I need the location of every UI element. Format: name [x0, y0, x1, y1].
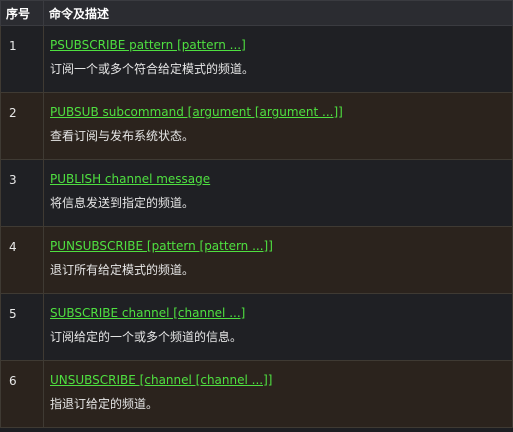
table-row: 3 PUBLISH channel message 将信息发送到指定的频道。: [0, 159, 513, 227]
command-link[interactable]: PSUBSCRIBE pattern [pattern ...]: [50, 36, 512, 54]
row-content-cell: PSUBSCRIBE pattern [pattern ...] 订阅一个或多个…: [43, 25, 513, 93]
table-row: 6 UNSUBSCRIBE [channel [channel ...]] 指退…: [0, 360, 513, 428]
command-link[interactable]: PUNSUBSCRIBE [pattern [pattern ...]]: [50, 237, 512, 255]
command-link[interactable]: SUBSCRIBE channel [channel ...]: [50, 304, 512, 322]
command-description: 查看订阅与发布系统状态。: [50, 129, 195, 143]
row-number: 3: [9, 173, 17, 187]
command-description: 订阅一个或多个符合给定模式的频道。: [50, 62, 255, 76]
command-description: 将信息发送到指定的频道。: [50, 196, 195, 210]
table-row: 1 PSUBSCRIBE pattern [pattern ...] 订阅一个或…: [0, 25, 513, 93]
command-description: 退订所有给定模式的频道。: [50, 263, 195, 277]
commands-table: 序号 命令及描述 1 PSUBSCRIBE pattern [pattern .…: [0, 0, 513, 428]
row-number: 4: [9, 240, 17, 254]
header-number: 序号: [0, 0, 44, 26]
command-link[interactable]: UNSUBSCRIBE [channel [channel ...]]: [50, 371, 512, 389]
row-content-cell: PUBSUB subcommand [argument [argument ..…: [43, 92, 513, 160]
row-number-cell: 4: [0, 226, 44, 294]
row-content-cell: SUBSCRIBE channel [channel ...] 订阅给定的一个或…: [43, 293, 513, 361]
row-number-cell: 3: [0, 159, 44, 227]
table-row: 5 SUBSCRIBE channel [channel ...] 订阅给定的一…: [0, 293, 513, 361]
row-number-cell: 1: [0, 25, 44, 93]
command-link[interactable]: PUBSUB subcommand [argument [argument ..…: [50, 103, 512, 121]
row-content-cell: PUNSUBSCRIBE [pattern [pattern ...]] 退订所…: [43, 226, 513, 294]
row-number: 2: [9, 106, 17, 120]
row-number-cell: 2: [0, 92, 44, 160]
table-row: 2 PUBSUB subcommand [argument [argument …: [0, 92, 513, 160]
row-content-cell: PUBLISH channel message 将信息发送到指定的频道。: [43, 159, 513, 227]
row-number-cell: 5: [0, 293, 44, 361]
command-link[interactable]: PUBLISH channel message: [50, 170, 512, 188]
header-command-description: 命令及描述: [43, 0, 513, 26]
table-header-row: 序号 命令及描述: [0, 0, 513, 26]
row-number: 1: [9, 39, 17, 53]
command-description: 指退订给定的频道。: [50, 397, 159, 411]
row-number-cell: 6: [0, 360, 44, 428]
table-row: 4 PUNSUBSCRIBE [pattern [pattern ...]] 退…: [0, 226, 513, 294]
command-description: 订阅给定的一个或多个频道的信息。: [50, 330, 243, 344]
row-number: 6: [9, 374, 17, 388]
row-content-cell: UNSUBSCRIBE [channel [channel ...]] 指退订给…: [43, 360, 513, 428]
row-number: 5: [9, 307, 17, 321]
